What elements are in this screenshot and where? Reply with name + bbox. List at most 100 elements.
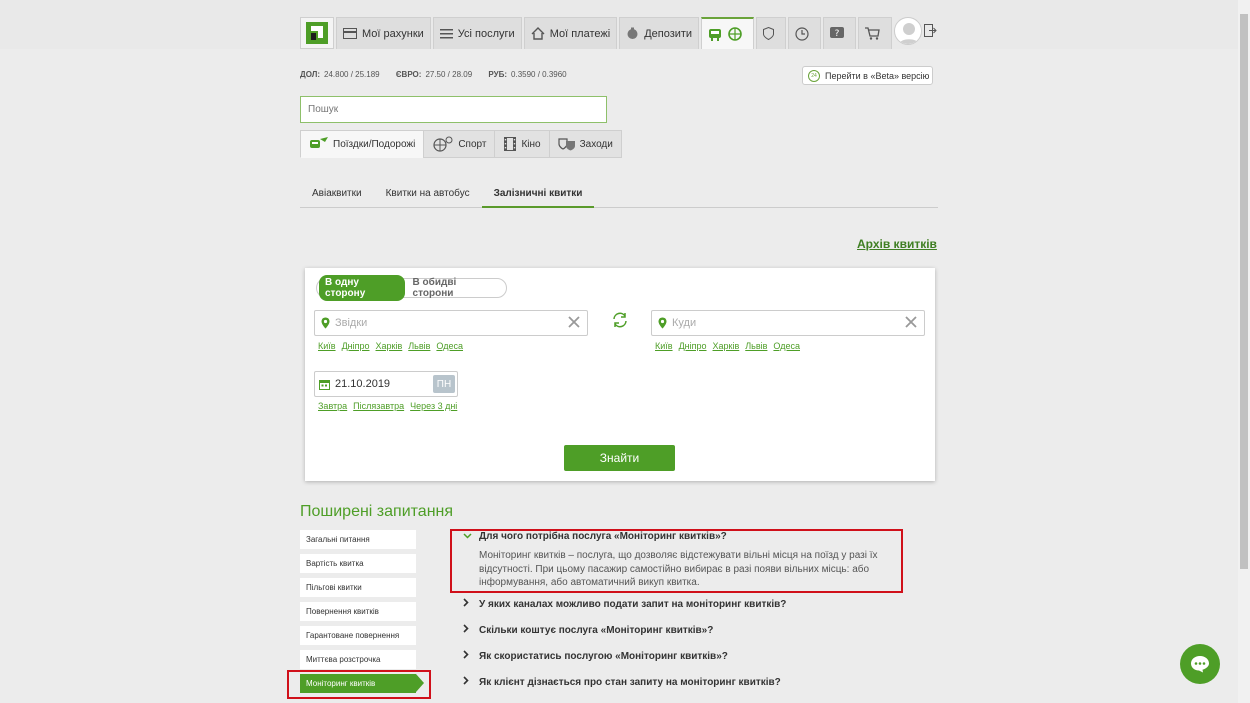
round-trip-option[interactable]: В обидві сторони: [405, 275, 504, 301]
to-quick-cities: Київ Дніпро Харків Львів Одеса: [655, 341, 800, 351]
tab-cinema[interactable]: Кіно: [494, 130, 550, 158]
tab-air-tickets[interactable]: Авіаквитки: [300, 182, 374, 208]
to-city-link[interactable]: Дніпро: [679, 341, 707, 351]
nav-my-accounts[interactable]: Мої рахунки: [336, 17, 431, 49]
faq-category[interactable]: Миттєва розстрочка: [300, 650, 416, 669]
logout-button[interactable]: [924, 24, 937, 40]
booking-form: В одну сторону В обидві сторони Звідки К…: [305, 268, 935, 481]
swap-direction-button[interactable]: [611, 312, 629, 331]
highlight-box-question: [450, 529, 903, 593]
rub-rate: 0.3590 / 0.3960: [511, 70, 567, 79]
calendar-icon: [319, 379, 330, 390]
nav-help[interactable]: ?: [823, 17, 857, 49]
card-icon: [343, 28, 357, 39]
date-quick-link[interactable]: Завтра: [318, 401, 347, 411]
date-field[interactable]: 21.10.2019 ПН: [314, 371, 458, 397]
scrollbar-thumb[interactable]: [1240, 14, 1248, 569]
train-plane-icon: [310, 137, 328, 148]
tab-travel[interactable]: Поїздки/Подорожі: [300, 130, 425, 158]
faq-category[interactable]: Повернення квитків: [300, 602, 416, 621]
search-input[interactable]: [300, 96, 607, 123]
date-quick-links: Завтра Післязавтра Через 3 дні: [318, 401, 457, 411]
logo-icon: [306, 22, 328, 44]
faq-category[interactable]: Гарантоване повернення: [300, 626, 416, 645]
top-navigation-bar: Мої рахунки Усі послуги Мої платежі Депо…: [0, 0, 1238, 49]
privatbank-logo[interactable]: [300, 17, 334, 49]
chevron-right-icon: [463, 624, 471, 636]
clear-from-icon[interactable]: [567, 315, 581, 329]
nav-label: Мої рахунки: [362, 27, 424, 40]
usd-rate: 24.800 / 25.189: [324, 70, 380, 79]
list-icon: [439, 29, 453, 39]
faq-category[interactable]: Вартість квитка: [300, 554, 416, 573]
find-button[interactable]: Знайти: [564, 445, 675, 471]
chevron-right-icon: [463, 676, 471, 688]
category-tabs: Поїздки/Подорожі Спорт Кіно Заходи: [300, 130, 622, 158]
date-quick-link[interactable]: Післязавтра: [353, 401, 404, 411]
user-avatar[interactable]: [894, 17, 922, 45]
from-city-link[interactable]: Дніпро: [342, 341, 370, 351]
to-city-link[interactable]: Львів: [745, 341, 767, 351]
ticket-archive-link[interactable]: Архів квитків: [857, 237, 937, 251]
nav-deposits[interactable]: Депозити: [619, 17, 700, 49]
clear-to-icon[interactable]: [904, 315, 918, 329]
beta-version-button[interactable]: 24 Перейти в «Beta» версію: [802, 66, 933, 85]
faq-question-text: Як клієнт дізнається про стан запиту на …: [479, 676, 781, 688]
ticket-type-tabs: Авіаквитки Квитки на автобус Залізничні …: [300, 182, 938, 208]
faq-question-text: Скільки коштує послуга «Моніторинг квитк…: [479, 624, 714, 636]
from-field[interactable]: Звідки: [314, 310, 588, 336]
from-city-link[interactable]: Київ: [318, 341, 336, 351]
piggy-icon: [627, 27, 638, 39]
faq-question-text: У яких каналах можливо подати запит на м…: [479, 598, 787, 610]
tab-sport[interactable]: Спорт: [423, 130, 496, 158]
ball-icon: [433, 136, 453, 152]
swap-icon: [613, 312, 627, 328]
location-pin-icon: [321, 317, 330, 329]
date-value: 21.10.2019: [335, 378, 391, 390]
faq-question[interactable]: Як скористатись послугою «Моніторинг кви…: [463, 650, 728, 662]
faq-question[interactable]: Скільки коштує послуга «Моніторинг квитк…: [463, 624, 713, 636]
tab-label: Поїздки/Подорожі: [333, 138, 416, 150]
tab-events[interactable]: Заходи: [548, 130, 622, 158]
nav-cart[interactable]: [858, 17, 893, 49]
beta-badge-icon: 24: [808, 69, 820, 82]
faq-category[interactable]: Пільгові квитки: [300, 578, 416, 597]
from-city-link[interactable]: Львів: [408, 341, 430, 351]
rub-label: РУБ:: [488, 70, 508, 79]
faq-question[interactable]: Як клієнт дізнається про стан запиту на …: [463, 676, 781, 688]
nav-my-payments[interactable]: Мої платежі: [523, 17, 618, 49]
to-city-link[interactable]: Харків: [713, 341, 740, 351]
page-scrollbar[interactable]: [1238, 0, 1250, 703]
to-city-link[interactable]: Одеса: [773, 341, 800, 351]
exchange-rates: ДОЛ: 24.800 / 25.189 ЄВРО: 27.50 / 28.09 Р…: [300, 70, 581, 79]
nav-history[interactable]: [788, 17, 822, 49]
one-way-option[interactable]: В одну сторону: [319, 275, 405, 301]
from-city-link[interactable]: Харків: [376, 341, 403, 351]
tab-rail-tickets[interactable]: Залізничні квитки: [481, 182, 595, 208]
faq-question[interactable]: У яких каналах можливо подати запит на м…: [463, 598, 786, 610]
clock-icon: [795, 26, 809, 41]
nav-travel[interactable]: [701, 17, 755, 49]
to-field[interactable]: Куди: [651, 310, 925, 336]
from-city-link[interactable]: Одеса: [436, 341, 463, 351]
usd-label: ДОЛ:: [300, 70, 320, 79]
highlight-box-category: [287, 670, 431, 699]
beta-label: Перейти в «Beta» версію: [825, 70, 930, 81]
location-pin-icon: [658, 317, 667, 329]
to-city-link[interactable]: Київ: [655, 341, 673, 351]
nav-shield[interactable]: [756, 17, 787, 49]
help-icon: ?: [830, 27, 845, 39]
nav-all-services[interactable]: Усі послуги: [432, 17, 522, 49]
eur-rate: 27.50 / 28.09: [425, 70, 473, 79]
date-quick-link[interactable]: Через 3 дні: [410, 401, 457, 411]
nav-label: Усі послуги: [457, 27, 515, 40]
faq-category[interactable]: Загальні питання: [300, 530, 416, 549]
day-of-week-badge: ПН: [433, 375, 455, 393]
main-nav: Мої рахунки Усі послуги Мої платежі Депо…: [300, 17, 894, 49]
to-placeholder: Куди: [672, 317, 697, 329]
nav-label: Депозити: [644, 27, 693, 40]
tab-bus-tickets[interactable]: Квитки на автобус: [374, 182, 482, 208]
theatre-masks-icon: [557, 138, 575, 151]
cart-icon: [865, 27, 880, 40]
chat-button[interactable]: [1180, 644, 1220, 684]
